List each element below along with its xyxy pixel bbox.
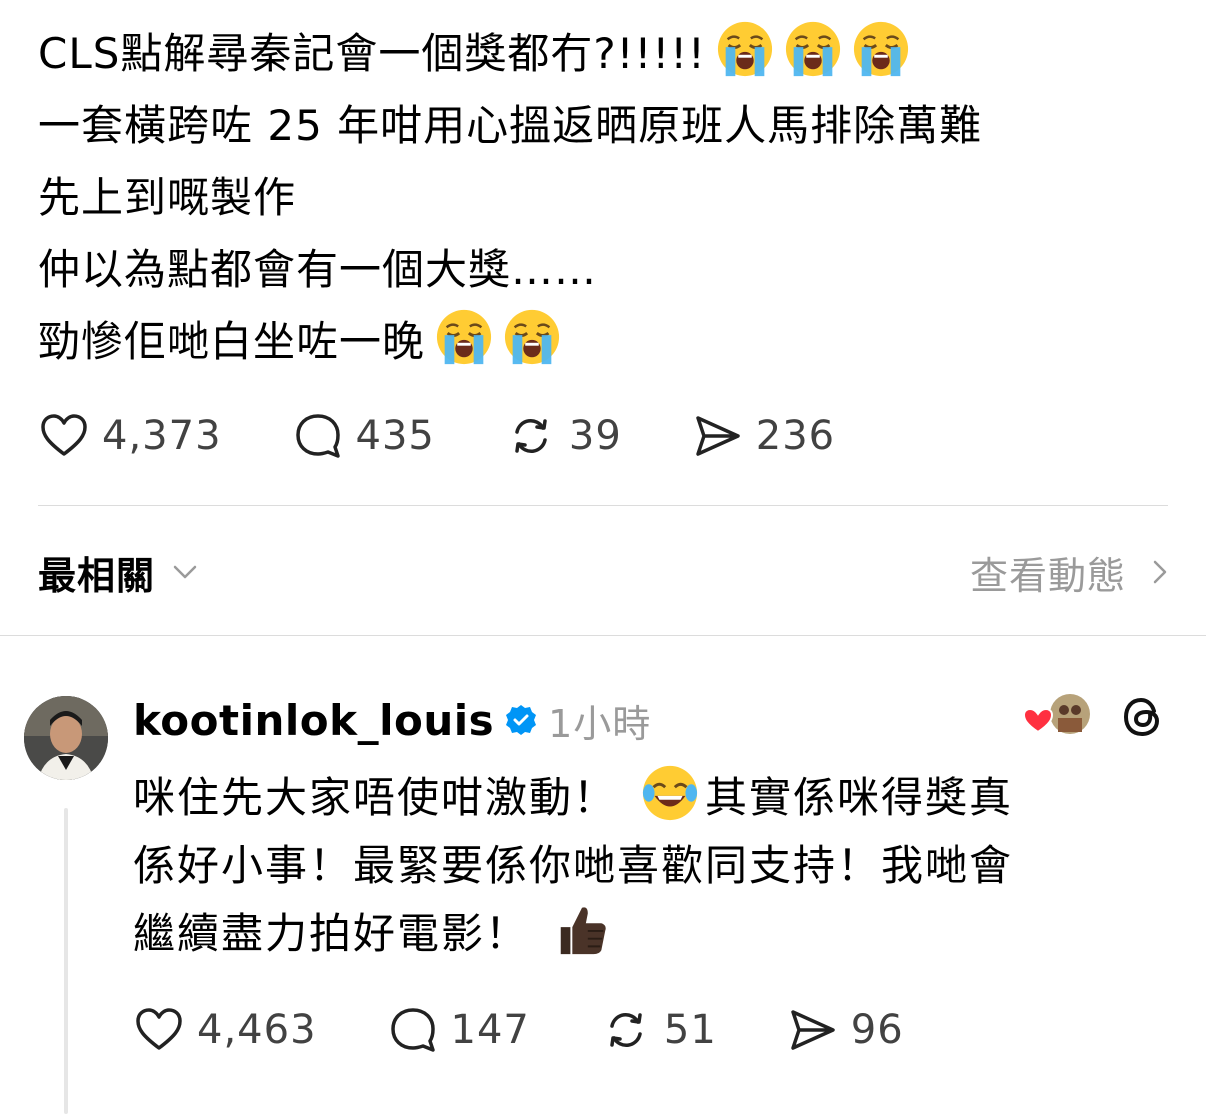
post-line-1: CLS點解尋秦記會一個獎都冇?!!!!!	[38, 18, 1178, 90]
thumbs-up-icon	[553, 900, 611, 958]
post-line-5: 勁慘佢哋白坐咗一晚	[38, 306, 1178, 378]
post-line-2: 一套橫跨咗 25 年咁用心搵返晒原班人馬排除萬難	[38, 101, 983, 150]
post-line-4: 仲以為點都會有一個大獎……	[38, 245, 598, 294]
repost-icon	[610, 1013, 642, 1047]
reply-header: kootinlok_louis 1小時	[133, 690, 651, 750]
timestamp: 1小時	[548, 701, 652, 746]
divider	[38, 505, 1168, 506]
post-body: CLS點解尋秦記會一個獎都冇?!!!!! 一套橫跨咗 25 年咁用心搵返晒原班人…	[38, 18, 1178, 378]
view-activity-link[interactable]: 查看動態	[970, 545, 1178, 600]
reply-line-3: 繼續盡力拍好電影！	[133, 900, 1173, 968]
activity-label: 查看動態	[969, 553, 1126, 598]
heart-icon	[136, 1008, 182, 1050]
share-count: 96	[850, 1007, 904, 1053]
reply-actions: 4,463 147 51 96	[133, 1004, 974, 1056]
post-actions: 4,373 435 39 236	[38, 410, 905, 462]
chevron-right-icon	[1153, 560, 1167, 584]
comment-count: 435	[355, 413, 435, 459]
like-button[interactable]: 4,463	[133, 1004, 317, 1056]
repost-button[interactable]: 51	[600, 1004, 717, 1056]
liked-by-author-badge-icon	[1022, 694, 1090, 734]
loudly-crying-face-icon	[435, 308, 493, 366]
post-line-3: 先上到嘅製作	[38, 173, 297, 222]
like-count: 4,373	[102, 413, 222, 459]
like-button[interactable]: 4,373	[38, 410, 222, 462]
comment-icon	[295, 414, 340, 458]
share-count: 236	[755, 413, 836, 459]
reply-body: 咪住先大家唔使咁激動！ 其實係咪得獎真 係好小事！最緊要係你哋喜歡同支持！我哋會 …	[133, 764, 1173, 968]
sort-dropdown[interactable]: 最相關	[38, 545, 203, 600]
repost-button[interactable]: 39	[505, 410, 622, 462]
send-icon	[696, 416, 740, 456]
chevron-down-icon	[173, 565, 197, 579]
thread-line	[64, 808, 68, 1114]
share-button[interactable]: 96	[787, 1004, 904, 1056]
repost-count: 39	[568, 413, 622, 459]
loudly-crying-face-icon	[852, 20, 910, 78]
comment-icon	[390, 1008, 435, 1052]
verified-badge-icon	[506, 705, 537, 735]
comment-count: 147	[450, 1007, 530, 1053]
repost-count: 51	[663, 1007, 717, 1053]
repost-icon	[515, 419, 547, 453]
loudly-crying-face-icon	[784, 20, 842, 78]
avatar[interactable]	[24, 696, 108, 780]
reply-line-1: 咪住先大家唔使咁激動！ 其實係咪得獎真	[133, 764, 1173, 832]
like-count: 4,463	[197, 1007, 317, 1053]
loudly-crying-face-icon	[503, 308, 561, 366]
face-with-tears-of-joy-icon	[641, 764, 699, 822]
sort-row: 最相關 查看動態	[38, 540, 1178, 604]
comment-button[interactable]: 435	[292, 410, 435, 462]
comment-button[interactable]: 147	[387, 1004, 530, 1056]
send-icon	[791, 1010, 835, 1050]
loudly-crying-face-icon	[716, 20, 774, 78]
avatar-image	[24, 696, 108, 780]
share-button[interactable]: 236	[692, 410, 835, 462]
sort-label: 最相關	[38, 553, 156, 598]
threads-icon[interactable]	[1120, 694, 1166, 740]
divider	[0, 635, 1206, 636]
reply-line-2: 係好小事！最緊要係你哋喜歡同支持！我哋會	[133, 841, 1014, 890]
heart-icon	[41, 414, 87, 456]
username[interactable]: kootinlok_louis	[133, 696, 494, 745]
